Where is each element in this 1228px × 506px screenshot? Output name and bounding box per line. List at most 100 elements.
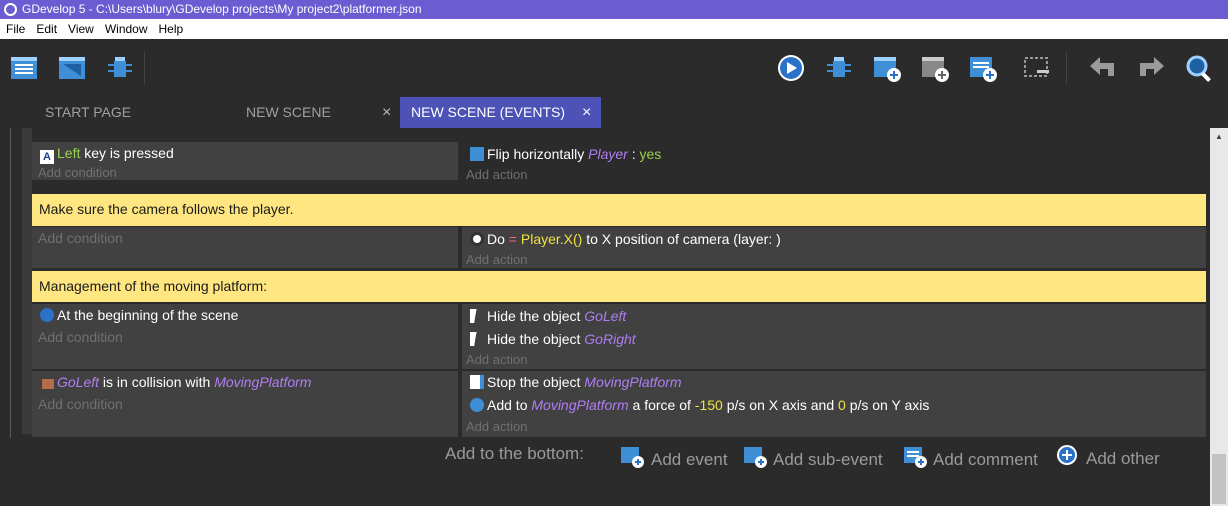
action-text: to X position of camera (layer: ) [582, 231, 781, 247]
action-text: a force of [628, 397, 695, 413]
condition-collision[interactable]: GoLeft is in collision with MovingPlatfo… [42, 374, 311, 390]
event-2-actions[interactable]: Do = Player.X() to X position of camera … [462, 227, 1206, 268]
action-text: Add to [487, 397, 532, 413]
condition-text: is in collision with [99, 374, 215, 390]
action-text: Stop the object [487, 374, 585, 390]
scrollbar-thumb[interactable] [1212, 454, 1226, 504]
add-condition-link[interactable]: Add condition [38, 165, 117, 180]
action-stop-object[interactable]: Stop the object MovingPlatform [470, 374, 682, 390]
event-1-actions[interactable]: Flip horizontally Player : yes Add actio… [462, 142, 1206, 192]
delete-icon[interactable] [1022, 54, 1052, 82]
action-text: p/s on X axis and [722, 397, 839, 413]
action-flip-horizontally[interactable]: Flip horizontally Player : yes [470, 146, 661, 162]
vertical-scrollbar[interactable]: ▲ [1210, 128, 1228, 506]
condition-text: At the beginning of the scene [57, 307, 239, 323]
add-condition-link[interactable]: Add condition [38, 396, 123, 412]
event-1-conditions[interactable]: A Left key is pressed Add condition [32, 142, 458, 180]
event-gutter [22, 128, 32, 434]
redo-icon[interactable] [1136, 54, 1166, 82]
add-comment-button[interactable]: Add comment [933, 450, 1038, 470]
tab-new-scene[interactable]: NEW SCENE × [246, 97, 396, 128]
force-y-value: 0 [838, 397, 846, 413]
debugger-icon[interactable] [105, 54, 135, 82]
condition-key-pressed[interactable]: A Left key is pressed [40, 145, 174, 164]
menu-view[interactable]: View [62, 19, 99, 39]
tab-label: NEW SCENE (EVENTS) [411, 104, 566, 120]
force-x-value: -150 [694, 397, 723, 413]
add-condition-link[interactable]: Add condition [38, 329, 123, 345]
condition-scene-start[interactable]: At the beginning of the scene [40, 307, 238, 323]
scroll-up-arrow-icon[interactable]: ▲ [1215, 132, 1223, 141]
undo-icon[interactable] [1088, 54, 1118, 82]
add-subevent-icon[interactable] [743, 446, 767, 468]
menu-help[interactable]: Help [153, 19, 189, 39]
add-to-bottom-label: Add to the bottom: [445, 444, 584, 463]
tab-new-scene-events[interactable]: NEW SCENE (EVENTS) × [400, 97, 601, 128]
key-name: Left [57, 145, 81, 161]
project-manager-icon[interactable] [9, 54, 39, 82]
comment-event[interactable]: Management of the moving platform: [32, 271, 1206, 302]
add-comment-icon[interactable] [903, 446, 927, 468]
event-3-conditions[interactable]: At the beginning of the scene Add condit… [32, 304, 458, 369]
tab-bar: START PAGE NEW SCENE × NEW SCENE (EVENTS)… [0, 97, 1228, 128]
comment-event[interactable]: Make sure the camera follows the player. [32, 194, 1206, 226]
add-condition-link[interactable]: Add condition [38, 230, 123, 246]
menu-window[interactable]: Window [99, 19, 153, 39]
gdevelop-app-icon [4, 3, 17, 16]
expression: Player.X() [520, 231, 583, 247]
menu-edit[interactable]: Edit [30, 19, 62, 39]
separator: : [627, 146, 640, 162]
object-name: MovingPlatform [214, 374, 312, 390]
scene-editor-icon[interactable] [57, 54, 87, 82]
preview-play-icon[interactable] [776, 54, 806, 82]
flip-icon [470, 147, 484, 161]
object-name: GoLeft [584, 308, 627, 324]
event-4-actions[interactable]: Stop the object MovingPlatform Add to Mo… [462, 371, 1206, 437]
camera-icon [470, 232, 484, 246]
operator: = [508, 231, 517, 247]
stop-icon [470, 375, 484, 389]
menu-file[interactable]: File [0, 19, 30, 39]
add-comment-icon[interactable] [968, 54, 998, 82]
action-hide-goright[interactable]: Hide the object GoRight [470, 331, 636, 347]
tab-start-page[interactable]: START PAGE [45, 97, 195, 128]
add-event-button[interactable]: Add event [651, 450, 728, 470]
action-text: Hide the object [487, 331, 585, 347]
add-action-link[interactable]: Add action [466, 252, 527, 267]
object-name: GoRight [584, 331, 636, 347]
object-name: MovingPlatform [584, 374, 682, 390]
toolbar [0, 39, 1228, 97]
event-2-conditions[interactable]: Add condition [32, 227, 458, 268]
action-camera-x[interactable]: Do = Player.X() to X position of camera … [470, 231, 781, 247]
close-icon[interactable]: × [382, 97, 391, 128]
add-event-icon[interactable] [872, 54, 902, 82]
add-action-link[interactable]: Add action [466, 352, 527, 367]
add-other-button[interactable]: Add other [1086, 449, 1160, 469]
window-title: GDevelop 5 - C:\Users\blury\GDevelop pro… [22, 2, 422, 16]
debug-icon[interactable] [824, 54, 854, 82]
action-text: Hide the object [487, 308, 585, 324]
event-4-conditions[interactable]: GoLeft is in collision with MovingPlatfo… [32, 371, 458, 437]
search-icon[interactable] [1185, 54, 1215, 82]
title-bar: GDevelop 5 - C:\Users\blury\GDevelop pro… [0, 0, 1228, 19]
add-subevent-button[interactable]: Add sub-event [773, 450, 883, 470]
add-action-link[interactable]: Add action [466, 167, 527, 182]
scene-start-icon [40, 308, 54, 322]
object-name: MovingPlatform [531, 397, 629, 413]
add-action-link[interactable]: Add action [466, 419, 527, 434]
close-icon[interactable]: × [582, 97, 591, 128]
add-other-icon[interactable] [1055, 444, 1079, 466]
hide-icon [470, 332, 484, 346]
tree-line [10, 128, 11, 438]
object-name: Player [588, 146, 628, 162]
action-value: yes [639, 146, 662, 162]
action-text: p/s on Y axis [845, 397, 930, 413]
action-hide-goleft[interactable]: Hide the object GoLeft [470, 308, 626, 324]
action-text: Do [487, 231, 509, 247]
object-name: GoLeft [57, 374, 100, 390]
action-add-force[interactable]: Add to MovingPlatform a force of -150 p/… [470, 397, 929, 413]
event-3-actions[interactable]: Hide the object GoLeft Hide the object G… [462, 304, 1206, 369]
add-subevent-icon[interactable] [920, 54, 950, 82]
menu-bar: File Edit View Window Help [0, 19, 1228, 39]
add-event-icon[interactable] [620, 446, 644, 468]
